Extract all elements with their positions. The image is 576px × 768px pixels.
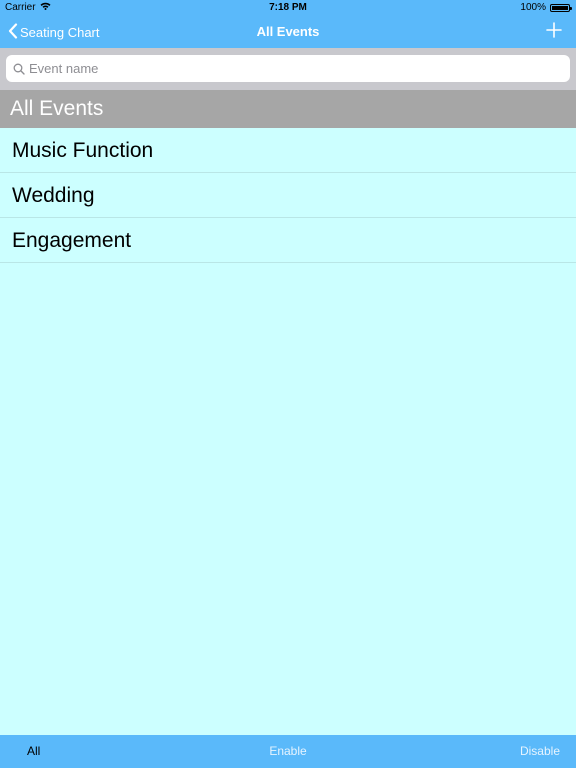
- status-bar: Carrier 7:18 PM 100%: [0, 0, 576, 16]
- search-bar: [0, 48, 576, 90]
- search-box[interactable]: [6, 55, 570, 82]
- enable-button[interactable]: Enable: [0, 735, 576, 768]
- disable-button[interactable]: Disable: [520, 735, 560, 768]
- battery-fill: [552, 5, 568, 10]
- battery-percent: 100%: [520, 2, 546, 13]
- status-time: 7:18 PM: [269, 2, 307, 13]
- page-title: All Events: [256, 24, 320, 39]
- event-item-music-function[interactable]: Music Function: [0, 128, 576, 173]
- section-header: All Events: [0, 90, 576, 128]
- navigation-bar: Seating Chart All Events: [0, 16, 576, 48]
- event-list: Music Function Wedding Engagement: [0, 128, 576, 263]
- search-input[interactable]: [29, 61, 570, 76]
- plus-icon: [546, 21, 562, 43]
- battery-icon: [550, 3, 572, 12]
- bottom-toolbar: All Enable Disable: [0, 735, 576, 768]
- event-item-engagement[interactable]: Engagement: [0, 218, 576, 263]
- add-event-button[interactable]: [544, 16, 564, 48]
- event-item-wedding[interactable]: Wedding: [0, 173, 576, 218]
- search-icon: [13, 63, 25, 75]
- battery-indicator: 100%: [520, 2, 572, 13]
